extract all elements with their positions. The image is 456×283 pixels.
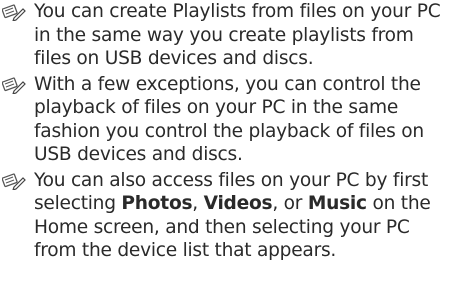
note-text-segment: You can create Playlists from files on y… bbox=[34, 1, 441, 69]
notes-list: You can create Playlists from files on y… bbox=[0, 0, 456, 263]
note-text-segment: , or bbox=[272, 193, 308, 214]
videos-menu-label: Videos bbox=[203, 193, 273, 214]
note-pencil-icon bbox=[2, 3, 26, 21]
note-text: With a few exceptions, you can control t… bbox=[34, 74, 424, 166]
note-item: You can also access files on your PC by … bbox=[0, 169, 456, 263]
note-item: With a few exceptions, you can control t… bbox=[0, 73, 456, 167]
note-text: You can create Playlists from files on y… bbox=[34, 1, 441, 69]
note-text: You can also access files on your PC by … bbox=[34, 170, 431, 262]
note-text-segment: With a few exceptions, you can control t… bbox=[34, 73, 424, 166]
note-pencil-icon bbox=[2, 76, 26, 94]
note-text-segment: , bbox=[192, 193, 204, 214]
music-menu-label: Music bbox=[307, 193, 367, 214]
note-pencil-icon bbox=[2, 172, 26, 190]
photos-menu-label: Photos bbox=[121, 193, 193, 214]
note-item: You can create Playlists from files on y… bbox=[0, 0, 456, 71]
